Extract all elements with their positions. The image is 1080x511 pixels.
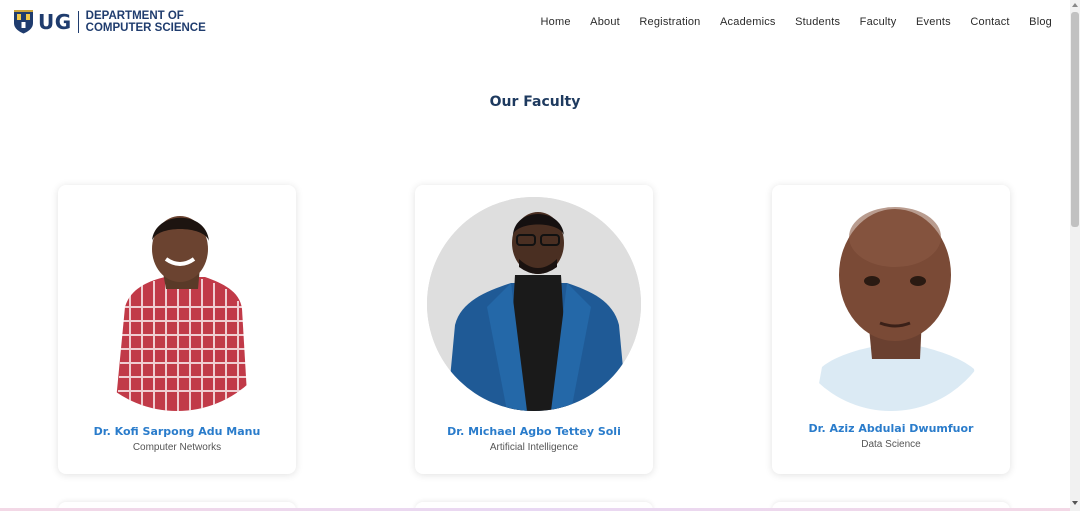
university-crest-icon [13, 9, 34, 34]
scroll-down-arrow-icon[interactable] [1072, 501, 1078, 505]
faculty-card[interactable]: Dr. Kofi Sarpong Adu Manu Computer Netwo… [58, 185, 296, 474]
nav-link-registration[interactable]: Registration [639, 16, 700, 28]
faculty-field: Artificial Intelligence [489, 442, 579, 453]
faculty-card[interactable]: Dr. Aziz Abdulai Dwumfuor Data Science [772, 185, 1010, 474]
department-name-line1: DEPARTMENT OF [85, 9, 184, 22]
nav-link-contact[interactable]: Contact [970, 16, 1009, 28]
nav-link-blog[interactable]: Blog [1029, 16, 1052, 28]
scrollbar-thumb[interactable] [1071, 12, 1079, 227]
nav-link-faculty[interactable]: Faculty [860, 16, 897, 28]
faculty-photo [427, 197, 641, 411]
main-nav: Home About Registration Academics Studen… [521, 16, 1052, 28]
nav-link-events[interactable]: Events [916, 16, 951, 28]
site-logo[interactable]: UG DEPARTMENT OF COMPUTER SCIENCE [13, 9, 206, 34]
department-name-line2: COMPUTER SCIENCE [85, 21, 206, 34]
nav-link-home[interactable]: Home [541, 16, 571, 28]
nav-link-academics[interactable]: Academics [720, 16, 776, 28]
logo-abbreviation: UG [38, 9, 72, 34]
faculty-photo [784, 197, 998, 411]
vertical-scrollbar[interactable] [1070, 0, 1080, 511]
faculty-field: Data Science [861, 439, 921, 450]
scroll-up-arrow-icon[interactable] [1072, 3, 1078, 7]
nav-link-about[interactable]: About [590, 16, 620, 28]
nav-link-students[interactable]: Students [795, 16, 840, 28]
faculty-photo [70, 197, 284, 411]
logo-divider [77, 10, 79, 33]
site-header: UG DEPARTMENT OF COMPUTER SCIENCE Home A… [0, 0, 1070, 48]
faculty-name[interactable]: Dr. Aziz Abdulai Dwumfuor [772, 422, 1010, 435]
department-name: DEPARTMENT OF COMPUTER SCIENCE [86, 10, 206, 34]
faculty-card[interactable]: Dr. Michael Agbo Tettey Soli Artificial … [415, 185, 653, 474]
faculty-field: Computer Networks [132, 442, 222, 453]
faculty-name[interactable]: Dr. Michael Agbo Tettey Soli [415, 425, 653, 438]
faculty-name[interactable]: Dr. Kofi Sarpong Adu Manu [58, 425, 296, 438]
section-title: Our Faculty [489, 94, 581, 110]
